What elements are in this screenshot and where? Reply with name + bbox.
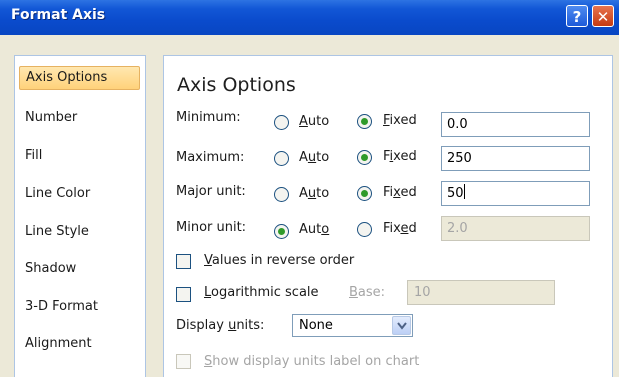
- major-unit-label: Major unit:: [176, 184, 246, 199]
- minor-unit-label: Minor unit:: [176, 220, 247, 235]
- major-unit-auto-radio[interactable]: [274, 187, 289, 202]
- nav-item-3d-format[interactable]: 3-D Format: [25, 299, 98, 314]
- display-units-label: Display units:: [176, 318, 265, 333]
- panel-heading: Axis Options: [177, 74, 296, 96]
- maximum-value-input[interactable]: 250: [441, 146, 590, 171]
- reverse-order-checkbox[interactable]: [176, 254, 191, 269]
- close-button[interactable]: ✕: [592, 5, 614, 27]
- maximum-fixed-radio[interactable]: [357, 150, 372, 165]
- minimum-auto-radio[interactable]: [274, 115, 289, 130]
- minor-unit-value-input[interactable]: 2.0: [441, 216, 590, 241]
- display-units-select[interactable]: None: [292, 314, 413, 337]
- maximum-label: Maximum:: [176, 150, 245, 165]
- major-unit-fixed-radio[interactable]: [357, 186, 372, 201]
- nav-item-shadow[interactable]: Shadow: [25, 261, 76, 276]
- minimum-auto-label: Auto: [299, 114, 330, 129]
- category-list: Axis Options Number Fill Line Color Line…: [14, 55, 146, 377]
- nav-item-number[interactable]: Number: [25, 110, 77, 125]
- dropdown-arrow-icon[interactable]: [392, 316, 411, 335]
- base-value-input[interactable]: 10: [407, 280, 555, 305]
- nav-item-line-color[interactable]: Line Color: [25, 186, 90, 201]
- maximum-auto-radio[interactable]: [274, 151, 289, 166]
- nav-item-line-style[interactable]: Line Style: [25, 224, 89, 239]
- base-label: Base:: [349, 285, 386, 300]
- maximum-auto-label: Auto: [299, 150, 330, 165]
- display-units-value: None: [299, 318, 333, 333]
- log-scale-checkbox[interactable]: [176, 287, 191, 302]
- minimum-fixed-label: Fixed: [383, 113, 417, 128]
- minimum-fixed-radio[interactable]: [357, 114, 372, 129]
- minor-unit-auto-label: Auto: [299, 222, 330, 237]
- window-title: Format Axis: [11, 7, 106, 23]
- show-units-label-text: Show display units label on chart: [204, 354, 420, 369]
- nav-item-alignment[interactable]: Alignment: [25, 336, 92, 351]
- minimum-label: Minimum:: [176, 110, 241, 125]
- nav-item-fill[interactable]: Fill: [25, 148, 42, 163]
- show-units-label-checkbox[interactable]: [176, 354, 191, 369]
- major-unit-value-input[interactable]: 50: [441, 181, 590, 206]
- reverse-order-label: Values in reverse order: [204, 253, 355, 268]
- help-button[interactable]: ?: [566, 5, 588, 27]
- log-scale-label: Logarithmic scale: [204, 285, 319, 300]
- minor-unit-fixed-radio[interactable]: [357, 222, 372, 237]
- major-unit-fixed-label: Fixed: [383, 185, 417, 200]
- maximum-fixed-label: Fixed: [383, 149, 417, 164]
- minor-unit-auto-radio[interactable]: [274, 224, 289, 239]
- title-bar[interactable]: Format Axis ? ✕: [0, 0, 619, 35]
- major-unit-auto-label: Auto: [299, 186, 330, 201]
- minimum-value-input[interactable]: 0.0: [441, 112, 590, 137]
- nav-item-axis-options[interactable]: Axis Options: [19, 66, 140, 90]
- minor-unit-fixed-label: Fixed: [383, 221, 417, 236]
